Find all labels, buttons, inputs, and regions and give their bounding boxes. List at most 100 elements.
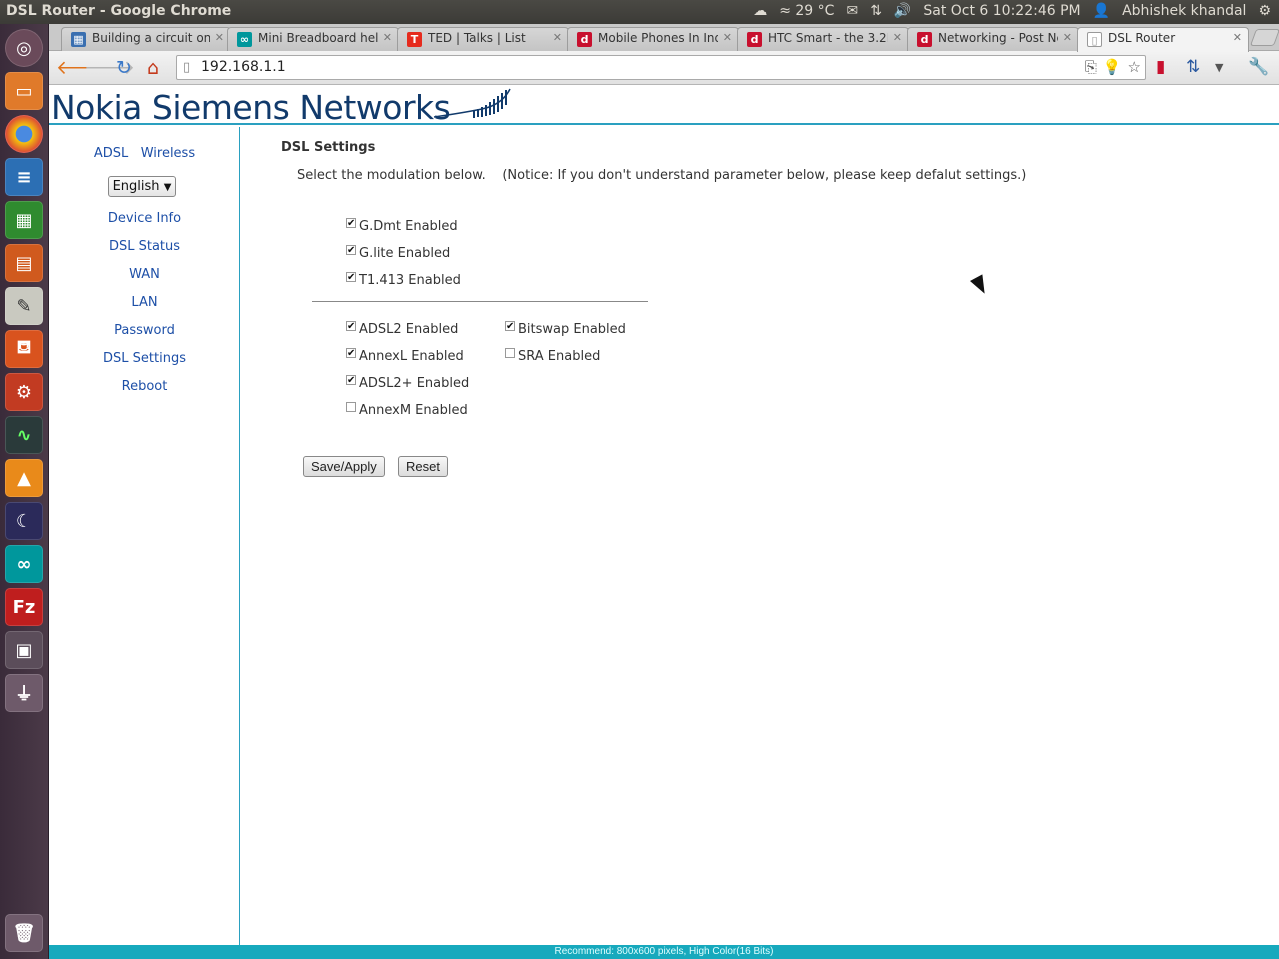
tab-htc-smart[interactable]: d HTC Smart - the 3.2MP ✕ [737,27,909,51]
wrench-icon[interactable]: 🔧 [1248,57,1269,77]
session-gear-icon[interactable]: ⚙ [1258,3,1271,19]
adsl2plus-checkbox[interactable]: ✔ [346,374,356,385]
close-icon[interactable]: ✕ [1063,31,1072,44]
annexl-checkbox[interactable]: ✔ [346,347,356,358]
bitswap-checkbox[interactable]: ✔ [505,320,515,331]
tab-dsl-router[interactable]: ▯ DSL Router ✕ [1077,27,1249,52]
mail-icon[interactable]: ✉ [846,3,858,19]
software-center-icon[interactable]: ⛾ [5,330,43,368]
bitswap-label: Bitswap Enabled [518,322,626,337]
vlc-icon[interactable]: ▲ [5,459,43,497]
tab-networking[interactable]: d Networking - Post New ✕ [907,27,1079,51]
window-title: DSL Router - Google Chrome [6,3,232,19]
indicator-area: ☁ ≈ 29 °C ✉ ⇅ 🔊 Sat Oct 6 10:22:46 PM 👤 … [753,3,1271,19]
tab-ted-talks[interactable]: T TED | Talks | List ✕ [397,27,569,51]
adsl2-option[interactable]: ✔ ADSL2 Enabled [346,320,458,337]
annexm-option[interactable]: AnnexM Enabled [346,401,468,418]
filezilla-icon[interactable]: Fz [5,588,43,626]
address-bar[interactable]: ▯ 192.168.1.1 ⎘ 💡 ☆ [176,55,1146,80]
adsl2plus-option[interactable]: ✔ ADSL2+ Enabled [346,374,470,391]
sidebar-item-dsl-status[interactable]: DSL Status [49,239,240,254]
sidebar-item-device-info[interactable]: Device Info [49,211,240,226]
language-value: English [112,179,160,194]
new-tab-button[interactable] [1249,29,1279,46]
annexm-checkbox[interactable] [346,401,356,412]
close-icon[interactable]: ✕ [553,31,562,44]
writer-icon[interactable]: ≡ [5,158,43,196]
dash-home-icon[interactable]: ◎ [5,29,43,67]
user-icon[interactable]: 👤 [1093,3,1110,19]
tab-mini-breadboard[interactable]: ∞ Mini Breadboard help ✕ [227,27,399,51]
clock[interactable]: Sat Oct 6 10:22:46 PM [923,3,1080,19]
usb-drive-icon[interactable]: ⏚ [5,674,43,712]
sidebar-item-wan[interactable]: WAN [49,267,240,282]
t1413-option[interactable]: ✔ T1.413 Enabled [346,271,461,288]
files-icon[interactable]: ▭ [5,72,43,110]
volume-icon[interactable]: 🔊 [894,3,911,19]
sidebar-item-dsl-settings[interactable]: DSL Settings [49,351,240,366]
impress-icon[interactable]: ▤ [5,244,43,282]
unity-launcher: ◎ ▭ ≡ ▦ ▤ ✎ ⛾ ⚙ ∿ ▲ ☾ ∞ Fz ▣ ⏚ 🗑 [0,24,49,959]
chrome-icon[interactable] [5,115,43,153]
system-top-panel: DSL Router - Google Chrome ☁ ≈ 29 °C ✉ ⇅… [0,0,1279,24]
sidebar-item-reboot[interactable]: Reboot [49,379,240,394]
workspace-icon[interactable]: ▣ [5,631,43,669]
gdmt-label: G.Dmt Enabled [359,219,458,234]
glite-checkbox[interactable]: ✔ [346,244,356,255]
trash-icon[interactable]: 🗑 [5,914,43,952]
bookmark-extension-icon[interactable]: ▮ [1156,57,1165,77]
arduino-icon[interactable]: ∞ [5,545,43,583]
home-icon[interactable]: ⌂ [142,57,164,79]
t1413-label: T1.413 Enabled [359,273,461,288]
top-menu: ADSL Wireless [49,146,240,161]
text-editor-icon[interactable]: ✎ [5,287,43,325]
url-text[interactable]: 192.168.1.1 [201,59,286,75]
t1413-checkbox[interactable]: ✔ [346,271,356,282]
forward-arrow-icon[interactable]: 🡒 [84,57,135,79]
lightbulb-icon[interactable]: 💡 [1103,58,1122,76]
glite-option[interactable]: ✔ G.lite Enabled [346,244,450,261]
adsl2plus-label: ADSL2+ Enabled [359,376,470,391]
network-icon[interactable]: ⇅ [870,3,882,19]
system-monitor-icon[interactable]: ∿ [5,416,43,454]
sidebar-item-lan[interactable]: LAN [49,295,240,310]
menu-wireless[interactable]: Wireless [141,146,195,161]
close-icon[interactable]: ✕ [1233,31,1242,44]
save-apply-button[interactable]: Save/Apply [303,456,385,477]
night-app-icon[interactable]: ☾ [5,502,43,540]
annexl-option[interactable]: ✔ AnnexL Enabled [346,347,464,364]
gdmt-checkbox[interactable]: ✔ [346,217,356,228]
wave-logo-icon [433,88,511,118]
download-extension-icon[interactable]: ⇅ [1186,57,1200,77]
settings-icon[interactable]: ⚙ [5,373,43,411]
adsl2-checkbox[interactable]: ✔ [346,320,356,331]
sidebar-item-password[interactable]: Password [49,323,240,338]
calc-icon[interactable]: ▦ [5,201,43,239]
reload-icon[interactable]: ↻ [113,57,135,79]
back-arrow-icon[interactable]: 🡐 [56,57,107,79]
router-header: Nokia Siemens Networks [49,85,1279,127]
sra-checkbox[interactable] [505,347,515,358]
grid-icon: ▦ [71,32,86,47]
close-icon[interactable]: ✕ [723,31,732,44]
tab-mobile-phones[interactable]: d Mobile Phones In India ✕ [567,27,739,51]
reset-button[interactable]: Reset [398,456,448,477]
bookmark-star-icon[interactable]: ☆ [1128,58,1141,76]
logo: Nokia Siemens Networks [51,88,451,127]
user-name[interactable]: Abhishek khandal [1122,3,1246,19]
weather-temperature[interactable]: ≈ 29 °C [779,3,834,19]
annexm-label: AnnexM Enabled [359,403,468,418]
close-icon[interactable]: ✕ [893,31,902,44]
tab-building-circuit[interactable]: ▦ Building a circuit on b ✕ [61,27,231,51]
bitswap-option[interactable]: ✔ Bitswap Enabled [505,320,626,337]
sra-option[interactable]: SRA Enabled [505,347,600,364]
weather-icon[interactable]: ☁ [753,3,767,19]
gdmt-option[interactable]: ✔ G.Dmt Enabled [346,217,458,234]
browser-chrome: ▦ Building a circuit on b ✕ ∞ Mini Bread… [49,24,1279,85]
close-icon[interactable]: ✕ [215,31,224,44]
dropdown-arrow-icon[interactable]: ▼ [1215,61,1223,74]
language-select[interactable]: English ▼ [108,176,176,197]
menu-adsl[interactable]: ADSL [94,146,128,161]
page-action-icon[interactable]: ⎘ [1085,58,1097,76]
close-icon[interactable]: ✕ [383,31,392,44]
